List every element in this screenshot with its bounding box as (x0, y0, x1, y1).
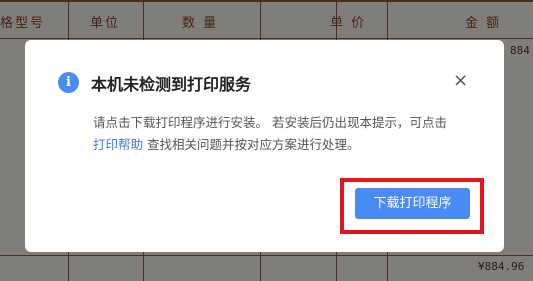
dialog-message: 请点击下载打印程序进行安装。 若安装后仍出现本提示，可点击 打印帮助 查找相关问… (93, 112, 463, 156)
message-text-1: 请点击下载打印程序进行安装。 若安装后仍出现本提示，可点击 (93, 115, 447, 130)
download-print-program-button[interactable]: 下载打印程序 (355, 188, 470, 219)
print-service-dialog: i 本机未检测到打印服务 × 请点击下载打印程序进行安装。 若安装后仍出现本提示… (25, 40, 504, 252)
print-help-link[interactable]: 打印帮助 (93, 137, 143, 152)
close-icon[interactable]: × (453, 71, 468, 91)
dialog-title: 本机未检测到打印服务 (91, 75, 252, 94)
info-icon: i (58, 72, 79, 93)
message-text-2: 查找相关问题并按对应方案进行处理。 (143, 137, 360, 152)
